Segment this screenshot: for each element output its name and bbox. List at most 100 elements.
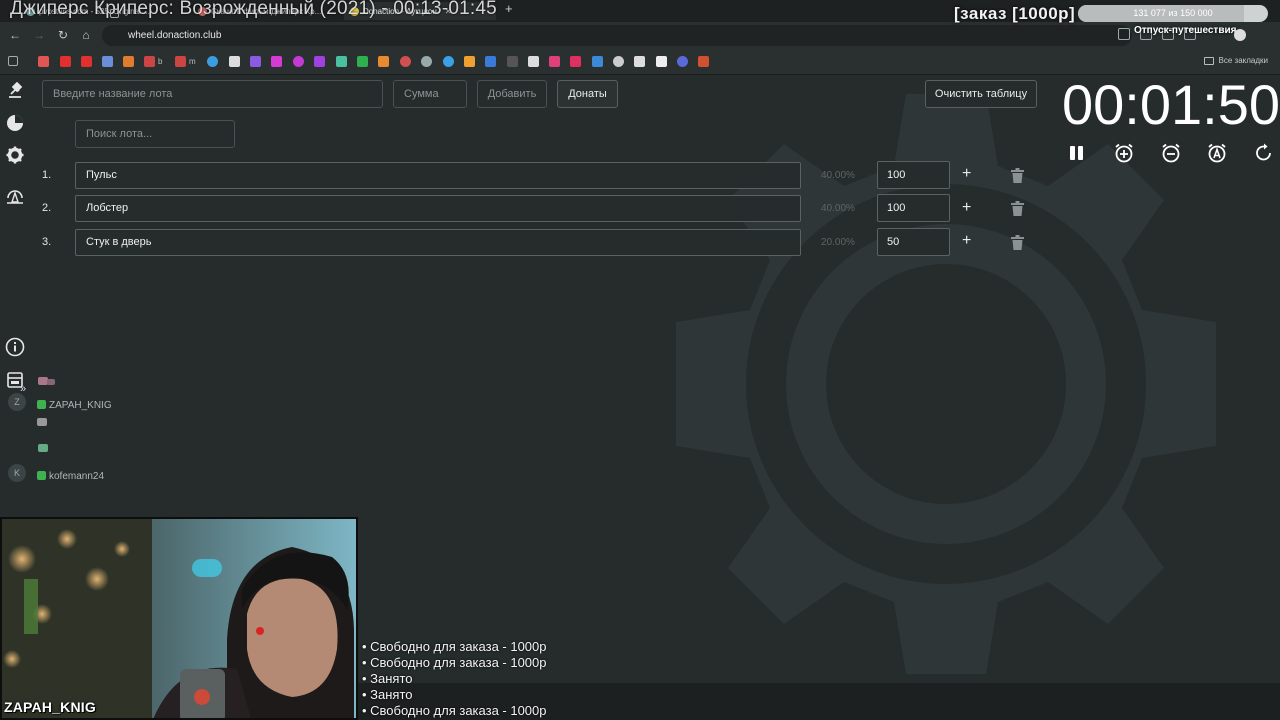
bookmark-icon[interactable] [613,56,624,67]
bookmark-icon[interactable] [271,56,282,67]
subtract-time-icon[interactable] [1161,143,1181,163]
donation-goal-bar: 131 077 из 150 000 [1078,5,1268,22]
chat-avatar: K [8,464,26,482]
auction-timer: 00:01:50 [1062,73,1280,136]
bookmark-icon[interactable] [698,56,709,67]
forward-icon[interactable]: → [31,27,47,43]
bookmark-icon[interactable] [378,56,389,67]
bookmark-label: b [158,57,163,66]
chat-username[interactable]: kofemann24 [37,471,104,482]
chat-username-text: kofemann24 [49,471,105,482]
bookmark-icon[interactable] [656,56,667,67]
chat-badge-icon [37,471,46,480]
lot-amount-field[interactable]: 50 [877,228,950,256]
all-bookmarks-label: Все закладки [1218,56,1268,65]
bookmark-icon[interactable] [528,56,539,67]
search-lot-input[interactable]: Поиск лота... [75,120,235,148]
lot-percent: 40.00% [821,203,855,214]
bookmark-icon[interactable] [336,56,347,67]
add-amount-plus-icon[interactable]: + [962,199,971,217]
pause-icon[interactable] [1067,143,1087,163]
wheel-icon[interactable] [5,113,25,133]
url-field[interactable]: wheel.donaction.club [102,25,1132,46]
address-bar-row: ← → ↻ ⌂ wheel.donaction.club [0,22,1280,49]
site-info-icon[interactable] [110,9,119,18]
bookmark-icon[interactable] [507,56,518,67]
order-badge: [заказ [1000р] [954,4,1076,23]
auction-hammer-icon[interactable] [5,81,25,101]
bookmark-icon[interactable] [677,56,688,67]
webcam-image [2,519,356,718]
bookmark-youtube-icon[interactable] [60,56,71,67]
bookmark-icon[interactable] [443,56,454,67]
delete-trash-icon[interactable] [1011,235,1024,250]
lot-percent: 40.00% [821,170,855,181]
bookmark-icon[interactable] [229,56,240,67]
delete-trash-icon[interactable] [1011,201,1024,216]
bookmark-vk-icon[interactable] [485,56,496,67]
donation-alert-icon[interactable] [5,188,25,208]
bookmark-icon[interactable] [207,56,218,67]
reload-icon[interactable]: ↻ [55,27,71,43]
add-time-icon[interactable] [1114,143,1134,163]
chat-username-text: ZAPAH_KNIG [49,400,112,411]
new-tab-button[interactable]: + [505,1,513,16]
bookmark-icon[interactable] [464,56,475,67]
add-amount-plus-icon[interactable]: + [962,232,971,250]
bookmark-icon[interactable] [102,56,113,67]
chat-username[interactable]: ZAPAH_KNIG [37,400,112,411]
bookmark-youtube-icon[interactable] [81,56,92,67]
bookmark-mail-icon[interactable] [123,56,134,67]
info-icon[interactable] [5,337,25,357]
sum-input[interactable]: Сумма [393,80,467,108]
goal-text: 131 077 из 150 000 [1133,8,1213,18]
bookmark-icon[interactable] [549,56,560,67]
bookmark-icon[interactable] [293,56,304,67]
home-icon[interactable]: ⌂ [78,27,94,43]
bookmark-icon[interactable] [592,56,603,67]
webcam-feed [0,517,358,720]
bookmark-icon[interactable] [570,56,581,67]
order-slot: • Свободно для заказа - 1000р [362,703,547,718]
back-icon[interactable]: ← [7,27,23,43]
lot-name-field[interactable]: Стук в дверь [75,229,801,256]
order-slot: • Свободно для заказа - 1000р [362,639,547,654]
bookmark-icon[interactable] [634,56,645,67]
lot-percent: 20.00% [821,237,855,248]
bookmark-icon[interactable] [314,56,325,67]
webcam-streamer-name: ZAPAH_KNIG [4,699,96,715]
bookmark-gmail-icon[interactable] [144,56,155,67]
add-amount-plus-icon[interactable]: + [962,165,971,183]
lot-name-input[interactable]: Введите название лота [42,80,383,108]
chat-emote [47,379,55,385]
lot-number: 1. [42,169,52,181]
bookmark-label: m [189,57,196,66]
translate-icon[interactable] [1118,28,1130,40]
auto-timer-icon[interactable] [1207,143,1227,163]
all-bookmarks-button[interactable]: Все закладки [1203,56,1268,65]
stream-title-overlay: Джиперс Криперс: Возрожденный (2021) - 0… [10,0,497,19]
folder-icon [1203,56,1214,65]
bookmark-icon[interactable] [250,56,261,67]
lot-number: 3. [42,236,52,248]
order-slot: • Занято [362,687,413,702]
bookmark-icon[interactable] [38,56,49,67]
lot-amount-field[interactable]: 100 [877,161,950,189]
delete-trash-icon[interactable] [1011,168,1024,183]
bookmark-icon[interactable] [357,56,368,67]
bookmark-icon[interactable] [421,56,432,67]
bookmark-gmail-icon[interactable] [175,56,186,67]
lot-name-field[interactable]: Пульс [75,162,801,189]
donations-button[interactable]: Донаты [557,80,618,108]
add-lot-button[interactable]: Добавить [477,80,547,108]
goal-label: Отпуск-путешествия [1134,25,1237,36]
lot-amount-field[interactable]: 100 [877,194,950,222]
reset-timer-icon[interactable] [1254,143,1274,163]
apps-grid-icon[interactable] [8,56,18,66]
bookmark-icon[interactable] [400,56,411,67]
settings-gear-icon[interactable] [5,145,25,165]
chat-avatar: Z [8,393,26,411]
clear-table-button[interactable]: Очистить таблицу [925,80,1037,108]
lot-number: 2. [42,202,52,214]
lot-name-field[interactable]: Лобстер [75,195,801,222]
